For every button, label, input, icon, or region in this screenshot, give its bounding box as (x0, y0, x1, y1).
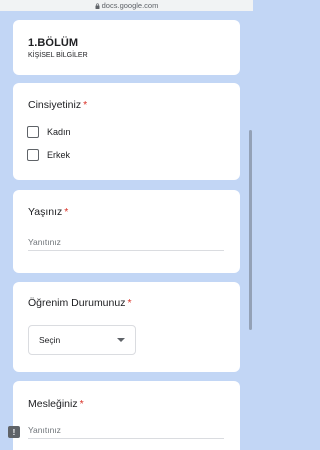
lock-icon (95, 2, 100, 9)
age-input[interactable]: Yanıtınız (28, 235, 224, 251)
required-mark: * (79, 398, 84, 410)
checkbox-kadin[interactable] (27, 126, 39, 138)
section-header-card: 1.BÖLÜM KİŞİSEL BİLGİLER (13, 20, 240, 75)
job-input[interactable]: Yanıtınız (28, 423, 224, 439)
education-question-title: Öğrenim Durumunuz * (28, 297, 132, 309)
option-label-erkek: Erkek (47, 150, 71, 160)
age-question-card: Yaşınız * Yanıtınız (13, 190, 240, 273)
scrollbar[interactable] (249, 130, 252, 330)
checkbox-erkek[interactable] (27, 149, 39, 161)
section-subtitle: KİŞİSEL BİLGİLER (28, 52, 88, 59)
select-value: Seçin (39, 335, 61, 345)
required-mark: * (64, 206, 69, 218)
feedback-icon[interactable]: ! (8, 426, 20, 438)
required-mark: * (83, 99, 88, 111)
url-text: docs.google.com (101, 1, 159, 10)
option-kadin[interactable]: Kadın (27, 126, 71, 138)
required-mark: * (127, 297, 132, 309)
gender-question-title: Cinsiyetiniz * (28, 99, 88, 111)
option-label-kadin: Kadın (47, 127, 71, 137)
education-question-card: Öğrenim Durumunuz * Seçin (13, 282, 240, 372)
education-select[interactable]: Seçin (28, 325, 136, 355)
job-question-card: Mesleğiniz * Yanıtınız (13, 381, 240, 450)
age-question-title: Yaşınız * (28, 206, 69, 218)
job-question-title: Mesleğiniz * (28, 398, 84, 410)
address-bar[interactable]: docs.google.com (0, 0, 253, 11)
section-title: 1.BÖLÜM (28, 37, 79, 49)
option-erkek[interactable]: Erkek (27, 149, 70, 161)
dropdown-caret-icon (117, 338, 125, 342)
gender-question-card: Cinsiyetiniz * Kadın Erkek (13, 83, 240, 180)
